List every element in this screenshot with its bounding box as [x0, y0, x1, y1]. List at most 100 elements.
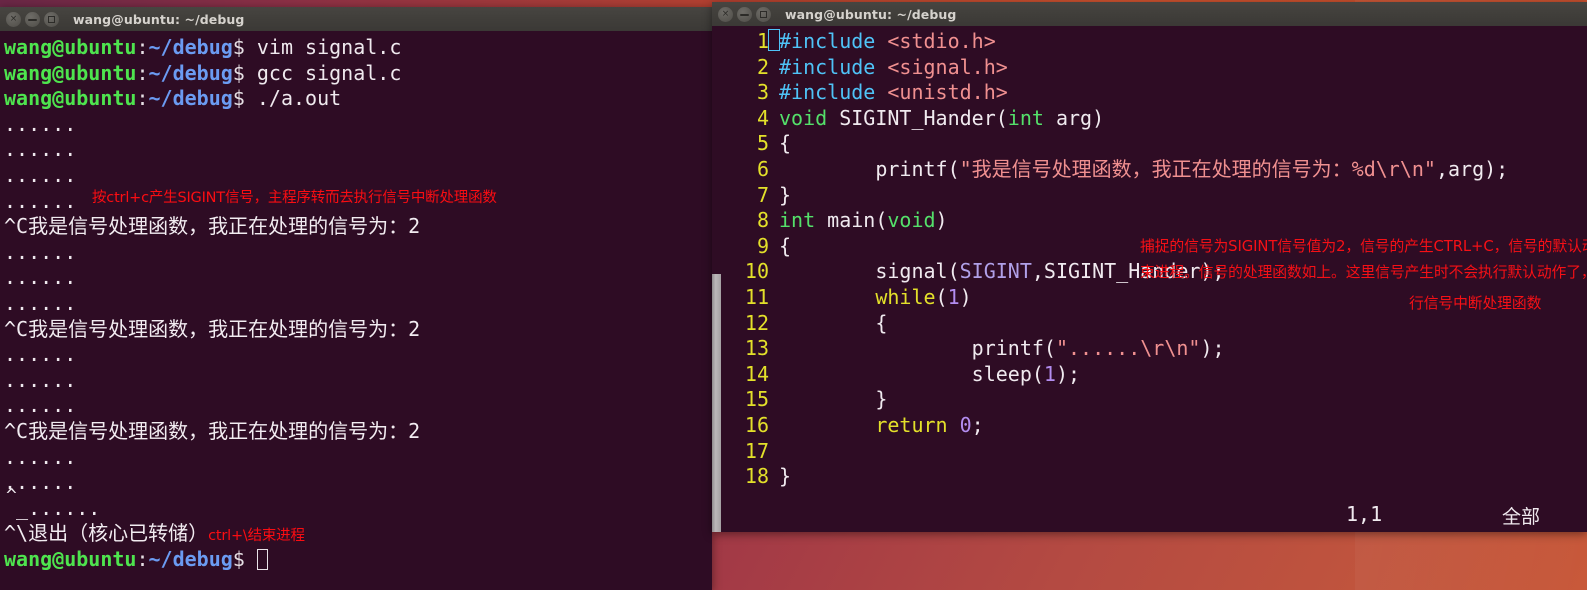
terminal-line: ^C我是信号处理函数，我正在处理的信号为：2 — [4, 317, 712, 343]
vim-code-token: ,arg); — [1435, 156, 1509, 181]
window-buttons-left: × — [6, 11, 59, 27]
vim-code-token: signal( — [779, 259, 960, 284]
vim-code-line: 18} — [723, 464, 1587, 490]
terminal-line: wang@ubuntu:~/debug$ ./a.out — [4, 86, 712, 112]
minimize-icon — [28, 18, 37, 21]
vim-status-bar: 1,1 全部 — [712, 502, 1587, 532]
vim-code-line: 3 #include <unistd.h> — [723, 80, 1587, 106]
terminal-line: ...... — [4, 137, 712, 163]
terminal-output-left[interactable]: wang@ubuntu:~/debug$ vim signal.c wang@u… — [0, 31, 712, 590]
minimize-button[interactable] — [737, 6, 752, 22]
vim-code-line: 8 int main(void) — [723, 208, 1587, 234]
terminal-line: ^C我是信号处理函数，我正在处理的信号为：2 — [4, 214, 712, 240]
vim-code-token: void — [779, 105, 828, 130]
prompt-dollar: $ — [232, 546, 245, 571]
vim-line-number: 8 — [756, 208, 769, 233]
vim-code-token: 1 — [947, 284, 960, 309]
dots-output: ...... — [4, 111, 77, 136]
terminal-line: wang@ubuntu:~/debug$ vim signal.c — [4, 35, 712, 61]
annotation-vim-line3: 行信号中断处理函数 — [1409, 295, 1542, 312]
prompt-colon: : — [136, 60, 149, 85]
quit-output: ^\退出（核心已转储） — [4, 521, 209, 546]
minimize-button[interactable] — [25, 11, 40, 27]
vim-code-token: arg) — [1043, 105, 1105, 130]
dots-output: ...... — [4, 162, 77, 187]
close-button[interactable]: × — [6, 11, 21, 27]
maximize-button[interactable] — [44, 11, 59, 27]
vim-line-number: 7 — [756, 182, 769, 207]
maximize-button[interactable] — [756, 6, 771, 22]
dots-underscore-output: _...... — [4, 495, 101, 520]
titlebar-right[interactable]: × wang@ubuntu: ~/debug — [712, 2, 1587, 26]
vim-code-token: ( — [935, 284, 948, 309]
vim-code-token: #include — [779, 54, 888, 79]
prompt-colon: : — [136, 35, 149, 59]
vertical-scrollbar[interactable] — [712, 274, 721, 532]
maximize-icon — [48, 15, 55, 23]
vim-code-token: int — [1007, 105, 1044, 130]
prompt-user: wang@ubuntu — [4, 60, 137, 85]
prompt-dollar: $ — [232, 35, 245, 59]
vim-file-scope: 全部 — [1502, 506, 1541, 528]
vim-editor-area[interactable]: 1 #include <stdio.h> 2 #include <signal.h> 3… — [712, 26, 1587, 532]
vim-cursor-position: 1,1 — [1346, 502, 1383, 526]
vim-code-token: ); — [1055, 361, 1081, 386]
vim-code-token: } — [779, 182, 792, 207]
dots-output: ...... — [4, 137, 77, 162]
signal-handler-output: ^C我是信号处理函数，我正在处理的信号为：2 — [4, 214, 421, 239]
vim-code-line: 16 return 0; — [723, 413, 1587, 439]
prompt-user: wang@ubuntu — [4, 86, 137, 111]
prompt-path: ~/debug — [148, 546, 233, 571]
prompt-colon: : — [136, 546, 149, 571]
vim-code-line: 2 #include <signal.h> — [723, 55, 1587, 81]
terminal-line: ^C我是信号处理函数，我正在处理的信号为：2 — [4, 419, 712, 445]
vim-line-number: 13 — [744, 336, 769, 361]
close-icon: × — [9, 13, 18, 24]
terminal-line: ...... — [4, 342, 712, 368]
terminal-line: ...... — [4, 163, 712, 189]
terminal-line: ...... — [4, 393, 712, 419]
vim-line-number: 4 — [756, 105, 769, 130]
vim-code-token: SIGINT_Hander( — [827, 105, 1008, 130]
terminal-line: ...... ^ — [4, 470, 712, 505]
terminal-window-right-vim[interactable]: × wang@ubuntu: ~/debug 1 #include <stdio.… — [712, 2, 1587, 532]
vim-code-token: printf( — [779, 336, 1056, 361]
dots-output: ...... — [4, 444, 77, 469]
vim-line-number: 6 — [756, 156, 769, 181]
terminal-line: ...... — [4, 368, 712, 394]
vim-code-token: <signal.h> — [887, 54, 1008, 79]
vim-code-line: 4 void SIGINT_Hander(int arg) — [723, 106, 1587, 132]
vim-code-line: 12 { — [723, 311, 1587, 337]
terminal-command: vim signal.c — [256, 35, 402, 59]
terminal-line: ...... 按ctrl+c产生SIGINT信号，主程序转而去执行信号中断处理函数 — [4, 189, 712, 215]
vim-code-token: ) — [935, 208, 948, 233]
terminal-window-left[interactable]: × wang@ubuntu: ~/debug wang@ubuntu:~/deb… — [0, 7, 712, 590]
vim-code-line: 7} — [723, 183, 1587, 209]
vim-code-token: int — [779, 208, 816, 233]
signal-handler-output: ^C我是信号处理函数，我正在处理的信号为：2 — [4, 316, 421, 341]
terminal-line: wang@ubuntu:~/debug$ gcc signal.c — [4, 61, 712, 87]
vim-line-number: 17 — [744, 438, 769, 463]
annotation-quit: ctrl+\结束进程 — [208, 528, 305, 545]
vim-code-token — [948, 413, 960, 437]
prompt-colon: : — [136, 86, 149, 111]
vim-line-number: 1 — [756, 29, 769, 53]
vim-line-number: 14 — [744, 361, 769, 386]
vim-code-line: 17 — [723, 439, 1587, 465]
block-cursor[interactable] — [768, 29, 780, 51]
vim-code-token: 1 — [1043, 361, 1056, 386]
prompt-path: ~/debug — [148, 60, 233, 85]
terminal-line: ...... — [4, 265, 712, 291]
titlebar-left[interactable]: × wang@ubuntu: ~/debug — [0, 7, 712, 31]
vim-code-token: ); — [1200, 336, 1225, 361]
window-title-right: wang@ubuntu: ~/debug — [785, 6, 957, 22]
terminal-line: _...... — [4, 496, 712, 522]
vim-code-token: return — [875, 412, 948, 437]
vim-line-number: 12 — [744, 310, 769, 335]
vim-code-token: printf( — [779, 156, 960, 181]
block-cursor[interactable] — [256, 548, 268, 570]
dots-output: ...... — [4, 239, 77, 264]
close-button[interactable]: × — [718, 6, 733, 22]
vim-code-token: ) — [959, 284, 972, 309]
vim-code-token — [779, 413, 875, 437]
